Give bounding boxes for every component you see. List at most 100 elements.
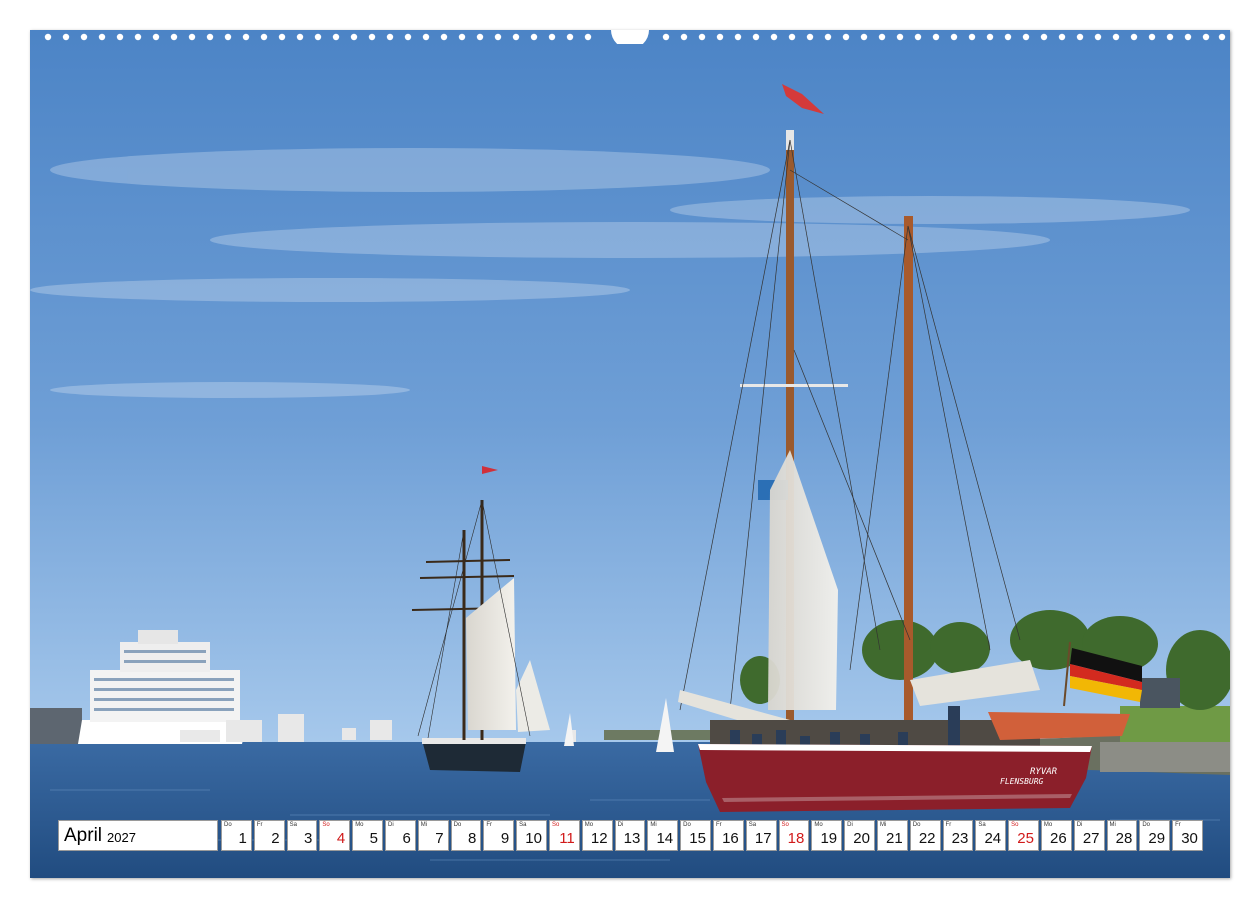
- weekday-label: Di: [1076, 822, 1083, 828]
- weekday-label: Di: [387, 822, 394, 828]
- calendar-page: RYVAR FLENSBURG: [30, 30, 1230, 878]
- month-year: 2027: [107, 830, 136, 845]
- day-number: 18: [787, 830, 805, 847]
- weekday-label: Mo: [584, 822, 594, 828]
- day-number: 14: [656, 830, 674, 847]
- day-cell: Do 8: [450, 820, 482, 851]
- day-cell: Sa 17: [745, 820, 777, 851]
- day-cell: Fr 9: [483, 820, 515, 851]
- day-cell: Mo 12: [581, 820, 613, 851]
- calendar-strip: April 2027 Do 1 Fr 2 Sa 3 So 4 Mo 5 Di 6 Mi 7 Do 8 Fr 9 Sa…: [58, 820, 1204, 851]
- weekday-label: Fr: [256, 822, 263, 828]
- day-number: 28: [1115, 830, 1133, 847]
- spiral-binding: [44, 30, 1226, 44]
- weekday-label: Fr: [486, 822, 493, 828]
- day-number: 1: [238, 830, 247, 847]
- weekday-label: Mi: [420, 822, 428, 828]
- weekday-label: Do: [224, 822, 232, 828]
- day-number: 13: [623, 830, 641, 847]
- ship-port-text: FLENSBURG: [1000, 777, 1044, 786]
- day-number: 22: [918, 830, 936, 847]
- day-cell: Fr 30: [1172, 820, 1203, 851]
- day-cell: Do 1: [221, 820, 252, 851]
- day-number: 24: [984, 830, 1002, 847]
- day-number: 12: [590, 830, 608, 847]
- day-cell: Sa 3: [286, 820, 318, 851]
- weekday-label: So: [322, 822, 330, 828]
- day-number: 29: [1148, 830, 1166, 847]
- day-cell: Di 27: [1073, 820, 1105, 851]
- day-number: 17: [754, 830, 772, 847]
- day-number: 21: [886, 830, 903, 847]
- day-cell: Di 6: [384, 820, 416, 851]
- day-cell: Mi 7: [417, 820, 449, 851]
- day-number: 5: [369, 830, 378, 847]
- photo-harbor-sailing-ships: RYVAR FLENSBURG: [30, 30, 1230, 878]
- weekday-label: Mi: [879, 822, 887, 828]
- month-name: April: [64, 824, 103, 846]
- day-cell: Do 22: [909, 820, 941, 851]
- day-number: 8: [468, 830, 477, 847]
- weekday-label: So: [551, 822, 560, 828]
- day-number: 7: [435, 830, 444, 847]
- day-cell: Mo 26: [1040, 820, 1072, 851]
- day-number: 30: [1181, 830, 1198, 847]
- weekday-label: Sa: [748, 822, 757, 828]
- day-number: 26: [1050, 830, 1067, 847]
- day-number: 6: [402, 830, 411, 847]
- day-cell: Di 20: [844, 820, 875, 851]
- day-number: 16: [722, 830, 739, 847]
- day-cell: Sa 24: [975, 820, 1007, 851]
- weekday-label: So: [1011, 822, 1019, 828]
- weekday-label: Fr: [1175, 822, 1181, 828]
- day-cell: Mo 19: [811, 820, 843, 851]
- weekday-label: Mi: [1109, 822, 1116, 828]
- weekday-label: Mi: [650, 822, 657, 828]
- weekday-label: Do: [912, 822, 921, 828]
- day-cells: Do 1 Fr 2 Sa 3 So 4 Mo 5 Di 6 Mi 7 Do 8 Fr 9 Sa 10 So 11 Mo 12 D…: [221, 820, 1203, 851]
- day-number: 11: [559, 830, 575, 847]
- weekday-label: Fr: [715, 822, 722, 828]
- day-cell: Mi 28: [1106, 820, 1138, 851]
- day-number: 20: [853, 830, 870, 847]
- day-number: 27: [1082, 830, 1100, 847]
- day-cell: Fr 23: [942, 820, 974, 851]
- day-number: 25: [1017, 830, 1034, 847]
- day-cell: Mi 14: [647, 820, 679, 851]
- day-cell: Mo 5: [352, 820, 383, 851]
- weekday-label: Di: [617, 822, 624, 828]
- day-number: 3: [304, 830, 313, 847]
- weekday-label: Mo: [1043, 822, 1053, 828]
- weekday-label: Sa: [978, 822, 986, 828]
- day-cell: So 4: [319, 820, 351, 851]
- weekday-label: Di: [847, 822, 853, 828]
- day-number: 23: [951, 830, 969, 847]
- day-number: 15: [689, 830, 706, 847]
- weekday-label: So: [781, 822, 789, 828]
- ship-name-text: RYVAR: [1030, 767, 1058, 777]
- weekday-label: Do: [453, 822, 462, 828]
- weekday-label: Do: [683, 822, 691, 828]
- day-number: 9: [500, 830, 510, 847]
- day-cell: Di 13: [614, 820, 646, 851]
- day-cell: So 18: [778, 820, 810, 851]
- day-cell: Mi 21: [876, 820, 908, 851]
- day-cell: Do 15: [680, 820, 711, 851]
- weekday-label: Do: [1142, 822, 1150, 828]
- weekday-label: Mo: [814, 822, 823, 828]
- weekday-label: Fr: [945, 822, 952, 828]
- day-number: 4: [336, 830, 346, 847]
- day-number: 10: [525, 830, 542, 847]
- day-number: 2: [271, 830, 280, 847]
- day-cell: So 25: [1008, 820, 1039, 851]
- weekday-label: Mo: [355, 822, 364, 828]
- day-cell: Fr 16: [712, 820, 744, 851]
- day-number: 19: [820, 830, 838, 847]
- day-cell: Fr 2: [253, 820, 285, 851]
- month-label: April 2027: [58, 820, 218, 851]
- day-cell: Sa 10: [516, 820, 547, 851]
- day-cell: Do 29: [1139, 820, 1171, 851]
- weekday-label: Sa: [519, 822, 527, 828]
- weekday-label: Sa: [289, 822, 297, 828]
- day-cell: So 11: [548, 820, 580, 851]
